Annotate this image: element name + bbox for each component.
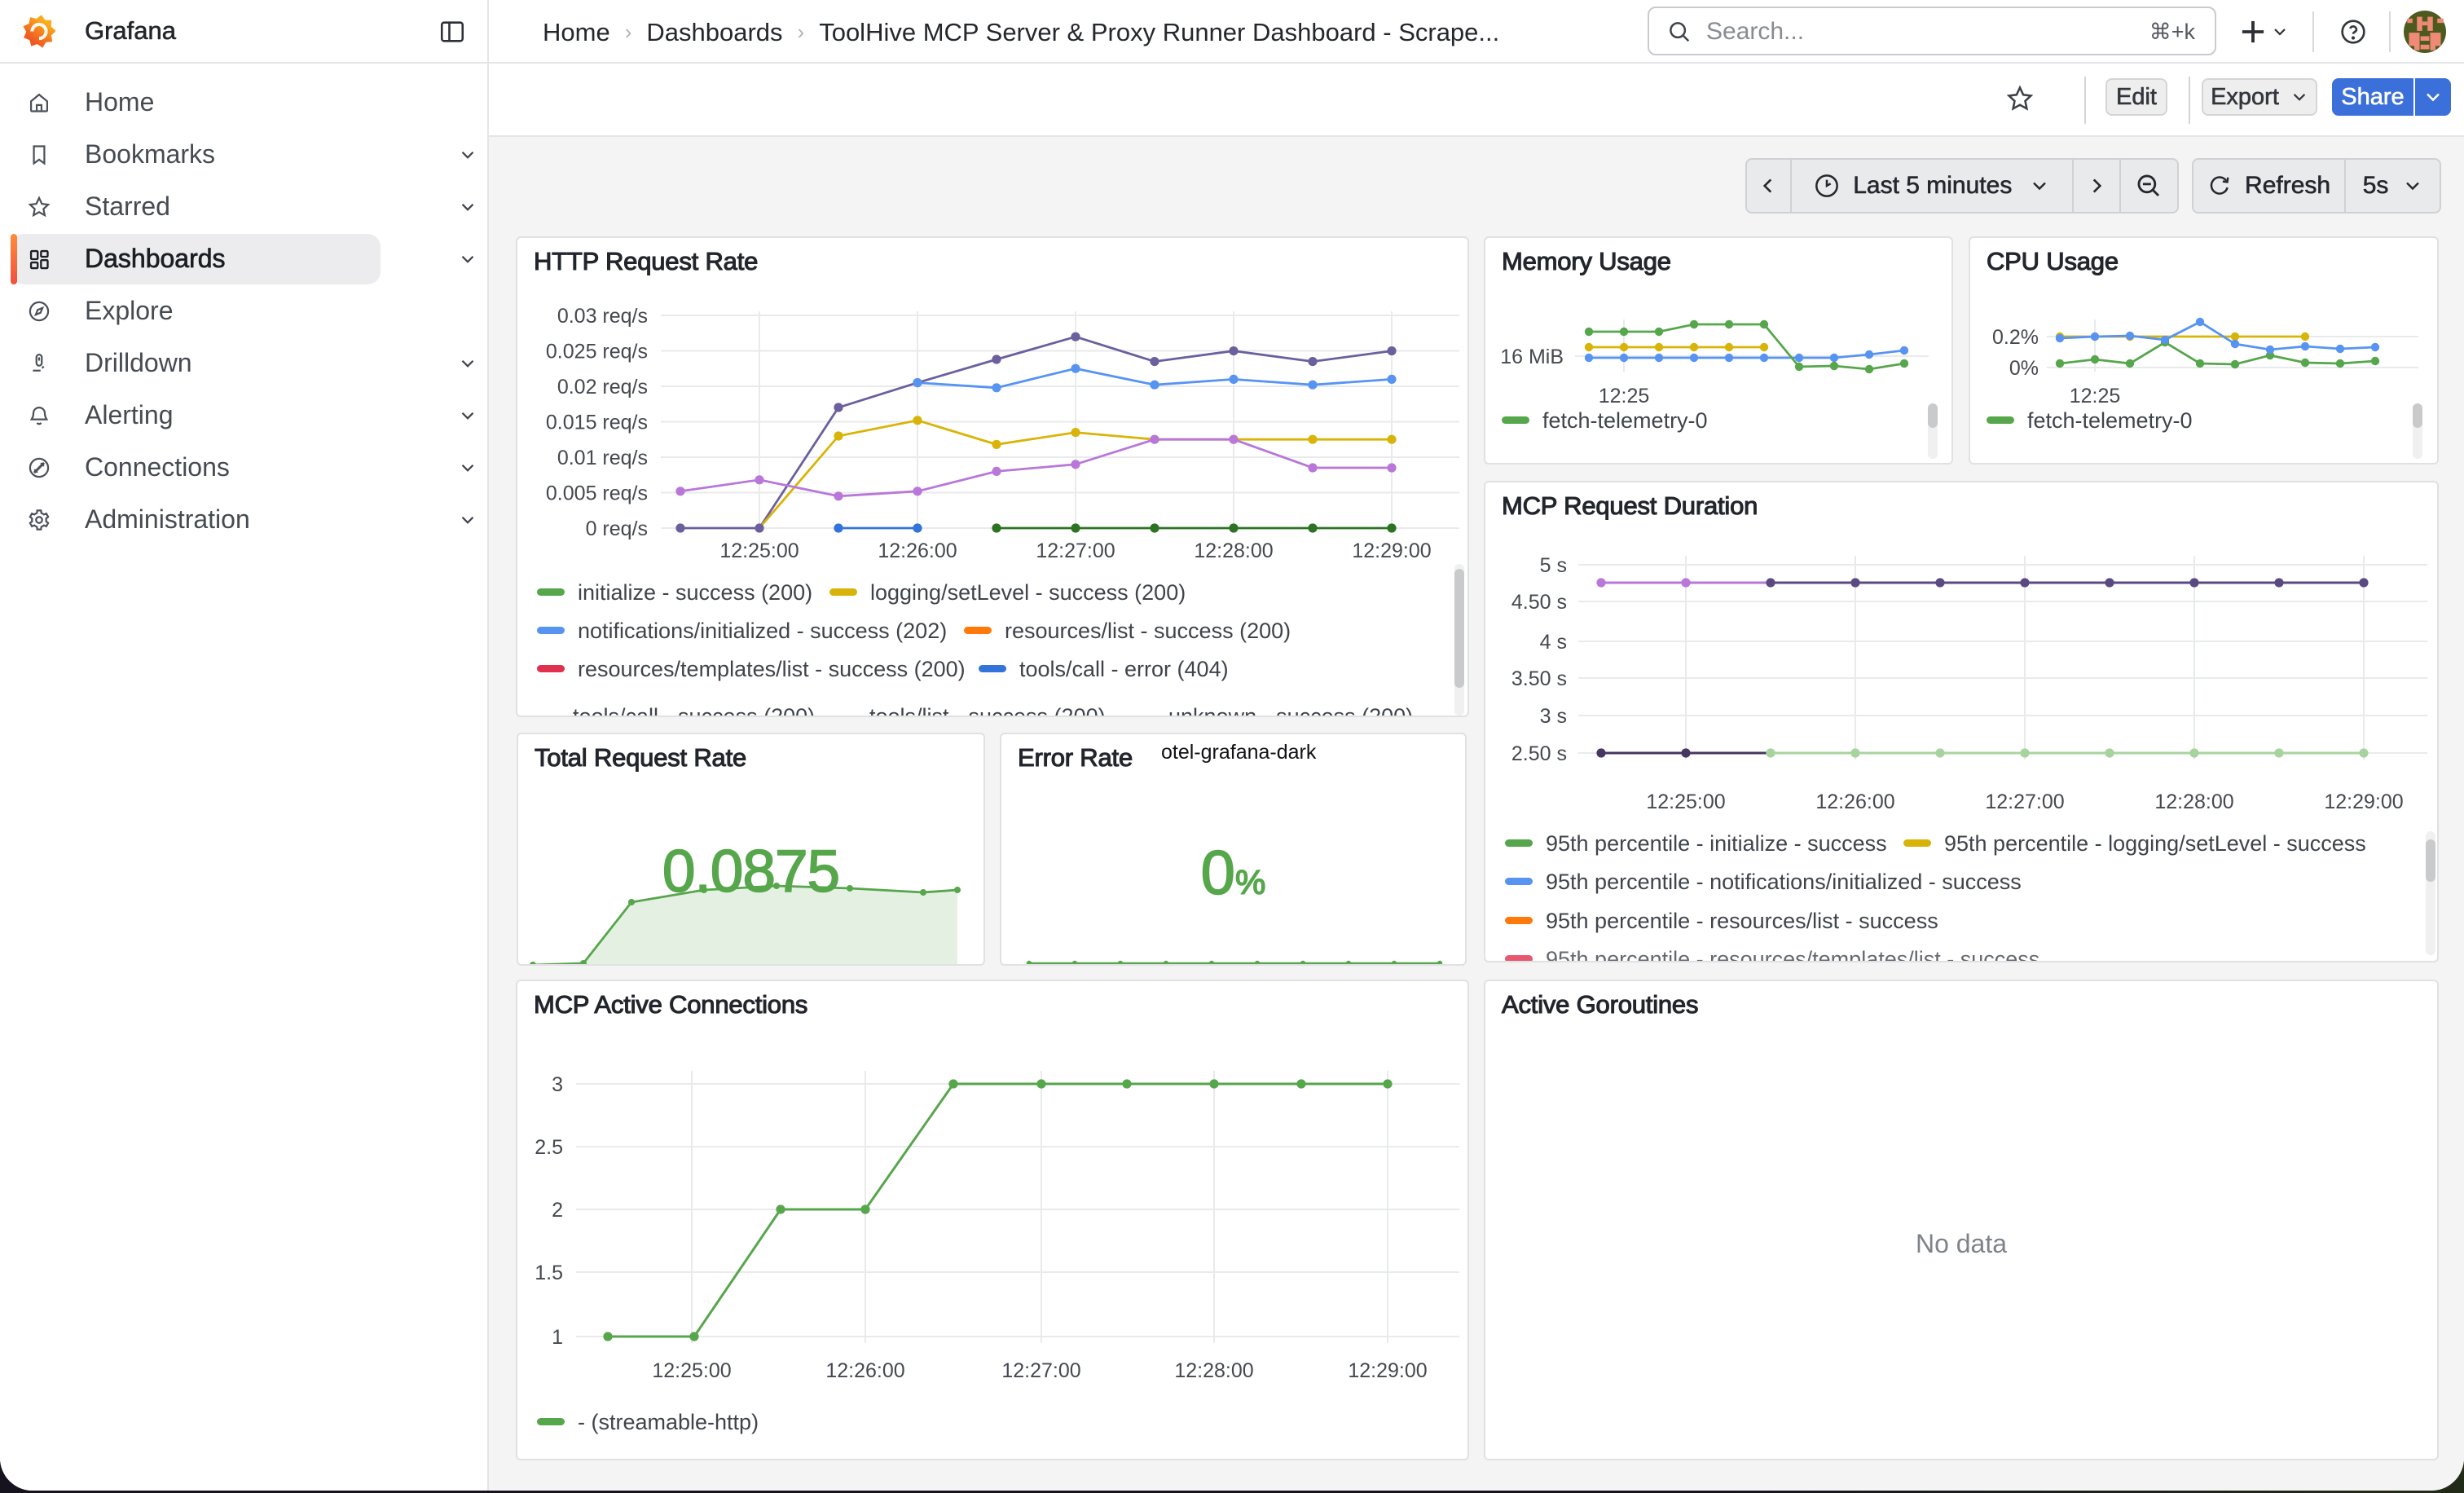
svg-text:12:25:00: 12:25:00 (652, 1359, 731, 1382)
svg-text:3.50 s: 3.50 s (1511, 667, 1567, 690)
svg-text:12:25:00: 12:25:00 (719, 540, 799, 562)
svg-text:12:29:00: 12:29:00 (2324, 791, 2403, 813)
svg-text:12:25: 12:25 (2070, 385, 2121, 407)
svg-text:3 s: 3 s (1540, 705, 1567, 728)
svg-text:1: 1 (552, 1326, 563, 1349)
svg-text:5 s: 5 s (1540, 554, 1567, 577)
svg-text:4.50 s: 4.50 s (1511, 591, 1567, 614)
svg-text:0.02 req/s: 0.02 req/s (557, 376, 648, 399)
svg-text:12:27:00: 12:27:00 (1985, 791, 2064, 813)
svg-text:2: 2 (552, 1199, 563, 1222)
svg-text:0%: 0% (2009, 357, 2039, 380)
svg-text:12:28:00: 12:28:00 (2154, 791, 2233, 813)
svg-text:12:26:00: 12:26:00 (878, 540, 957, 562)
svg-text:0.015 req/s: 0.015 req/s (546, 412, 648, 434)
svg-text:0.01 req/s: 0.01 req/s (557, 447, 648, 469)
svg-text:0 req/s: 0 req/s (586, 517, 648, 540)
svg-text:4 s: 4 s (1540, 631, 1567, 654)
svg-text:12:27:00: 12:27:00 (1001, 1359, 1080, 1382)
svg-text:12:28:00: 12:28:00 (1194, 540, 1273, 562)
svg-text:12:26:00: 12:26:00 (825, 1359, 904, 1382)
svg-text:1.5: 1.5 (535, 1262, 563, 1284)
svg-text:12:25:00: 12:25:00 (1646, 791, 1725, 813)
svg-text:12:28:00: 12:28:00 (1174, 1359, 1253, 1382)
svg-text:16 MiB: 16 MiB (1500, 346, 1564, 368)
svg-text:2.5: 2.5 (535, 1136, 563, 1159)
svg-text:3: 3 (552, 1073, 563, 1096)
svg-text:12:26:00: 12:26:00 (1815, 791, 1894, 813)
svg-text:12:25: 12:25 (1599, 385, 1650, 407)
svg-text:2.50 s: 2.50 s (1511, 742, 1567, 765)
svg-text:12:29:00: 12:29:00 (1348, 1359, 1427, 1382)
svg-text:12:29:00: 12:29:00 (1352, 540, 1431, 562)
svg-text:12:27:00: 12:27:00 (1036, 540, 1115, 562)
svg-text:0.03 req/s: 0.03 req/s (557, 305, 648, 328)
svg-text:0.2%: 0.2% (1992, 326, 2039, 349)
svg-text:0.005 req/s: 0.005 req/s (546, 482, 648, 505)
svg-text:0.025 req/s: 0.025 req/s (546, 341, 648, 363)
